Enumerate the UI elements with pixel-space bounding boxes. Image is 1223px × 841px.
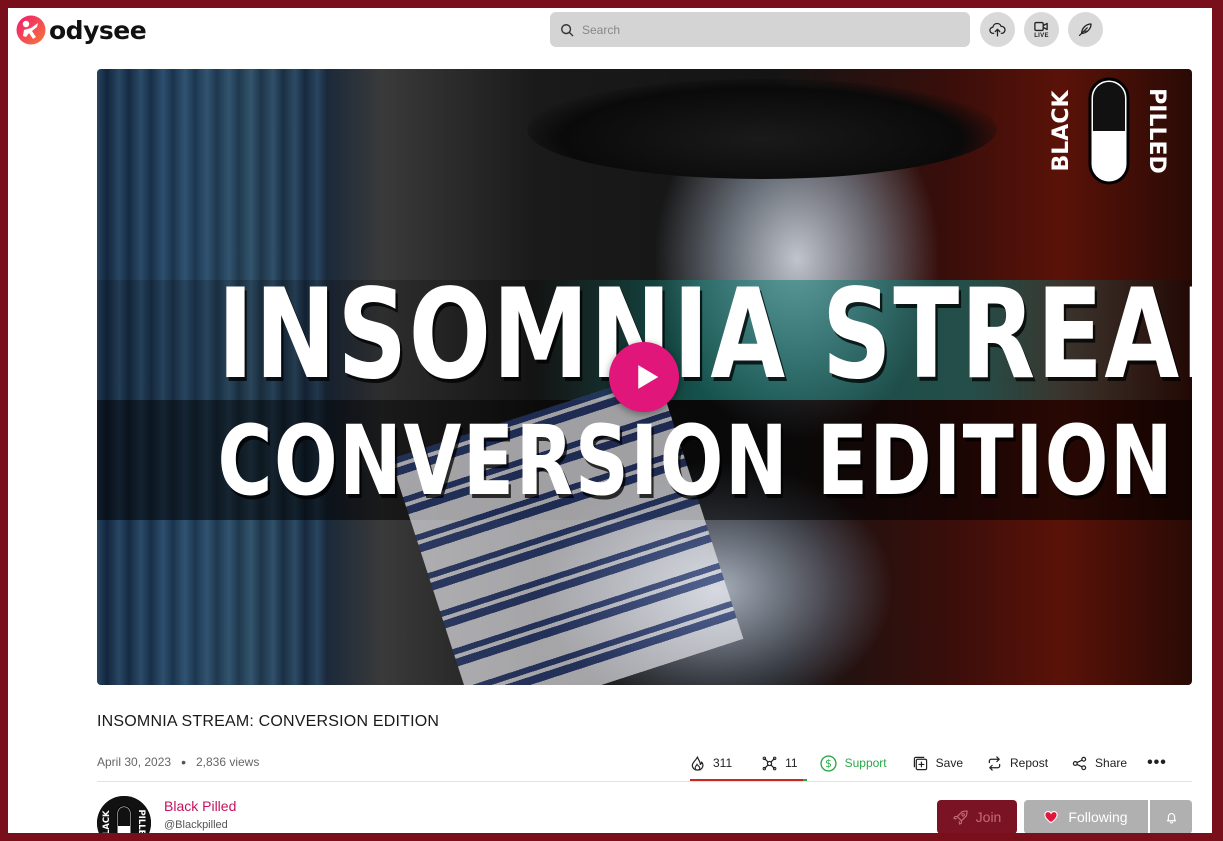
bell-icon	[1166, 812, 1176, 824]
channel-handle: @Blackpilled	[164, 819, 228, 831]
create-post-button[interactable]	[1068, 12, 1103, 47]
thumbnail-title-line2: CONVERSION EDITION	[217, 405, 1175, 517]
following-label: Following	[1068, 809, 1128, 825]
odysee-logo-icon	[16, 15, 46, 45]
avatar-text-pilled: PILLED	[136, 809, 146, 833]
top-header: odysee LIVE	[8, 8, 1212, 54]
repost-icon	[988, 755, 1001, 771]
fire-count: 311	[713, 756, 733, 770]
video-meta: April 30, 2023 • 2,836 views	[97, 754, 259, 770]
play-icon	[637, 365, 658, 389]
thumbnail-hat	[527, 79, 997, 179]
rocket-icon	[953, 809, 968, 825]
share-button[interactable]: Share	[1072, 748, 1127, 778]
play-button[interactable]	[609, 342, 679, 412]
channel-avatar-image: BLACK PILLED	[97, 796, 151, 833]
video-camera-icon	[1034, 21, 1049, 31]
repost-label: Repost	[1010, 756, 1049, 770]
feather-icon	[1078, 23, 1092, 37]
dollar-circle-icon: $	[819, 754, 837, 772]
save-label: Save	[935, 756, 963, 770]
following-button[interactable]: Following	[1024, 800, 1148, 833]
slime-reaction-button[interactable]: 11	[762, 748, 798, 778]
slime-count: 11	[785, 756, 798, 770]
cloud-upload-icon	[989, 22, 1006, 37]
live-icon-group: LIVE	[1034, 21, 1049, 39]
black-pilled-watermark: BLACK PILLED	[1049, 77, 1169, 185]
go-live-button[interactable]: LIVE	[1024, 12, 1059, 47]
video-title: INSOMNIA STREAM: CONVERSION EDITION	[97, 713, 440, 730]
more-icon: •••	[1147, 754, 1167, 771]
video-player[interactable]: INSOMNIA STREAM CONVERSION EDITION BLACK…	[97, 69, 1192, 685]
svg-text:$: $	[825, 757, 832, 770]
upload-button[interactable]	[980, 12, 1015, 47]
live-label: LIVE	[1034, 32, 1049, 39]
support-button[interactable]: $ Support	[819, 748, 887, 778]
fire-icon	[691, 755, 704, 771]
repost-button[interactable]: Repost	[987, 748, 1048, 778]
odysee-logo[interactable]: odysee	[16, 14, 147, 46]
more-options-button[interactable]: •••	[1147, 748, 1167, 778]
channel-name[interactable]: Black Pilled	[164, 798, 236, 814]
channel-avatar[interactable]: BLACK PILLED	[97, 796, 151, 833]
search-icon	[561, 23, 574, 36]
search-input[interactable]	[582, 22, 962, 37]
notification-bell-button[interactable]	[1150, 800, 1192, 833]
search-bar[interactable]	[550, 12, 970, 47]
join-button[interactable]: Join	[937, 800, 1017, 833]
join-label: Join	[975, 809, 1002, 825]
watermark-text-pilled: PILLED	[1144, 88, 1169, 174]
save-button[interactable]: Save	[913, 748, 963, 778]
section-divider	[97, 781, 1192, 782]
slime-icon	[762, 756, 777, 770]
share-icon	[1072, 756, 1087, 770]
heart-icon	[1044, 811, 1059, 824]
logo-text: odysee	[49, 15, 147, 45]
publish-date: April 30, 2023	[97, 755, 172, 769]
meta-separator: •	[181, 754, 186, 770]
fire-reaction-button[interactable]: 311	[690, 748, 732, 778]
avatar-text-black: BLACK	[102, 810, 112, 833]
support-label: Support	[844, 756, 887, 770]
view-count: 2,836 views	[195, 755, 260, 769]
action-bar: 311 11 $ Support Save Repost Share •••	[690, 748, 1167, 778]
page: odysee LIVE	[8, 8, 1212, 833]
watermark-text-black: BLACK	[1049, 90, 1074, 172]
share-label: Share	[1095, 756, 1128, 770]
playlist-add-icon	[913, 756, 927, 770]
